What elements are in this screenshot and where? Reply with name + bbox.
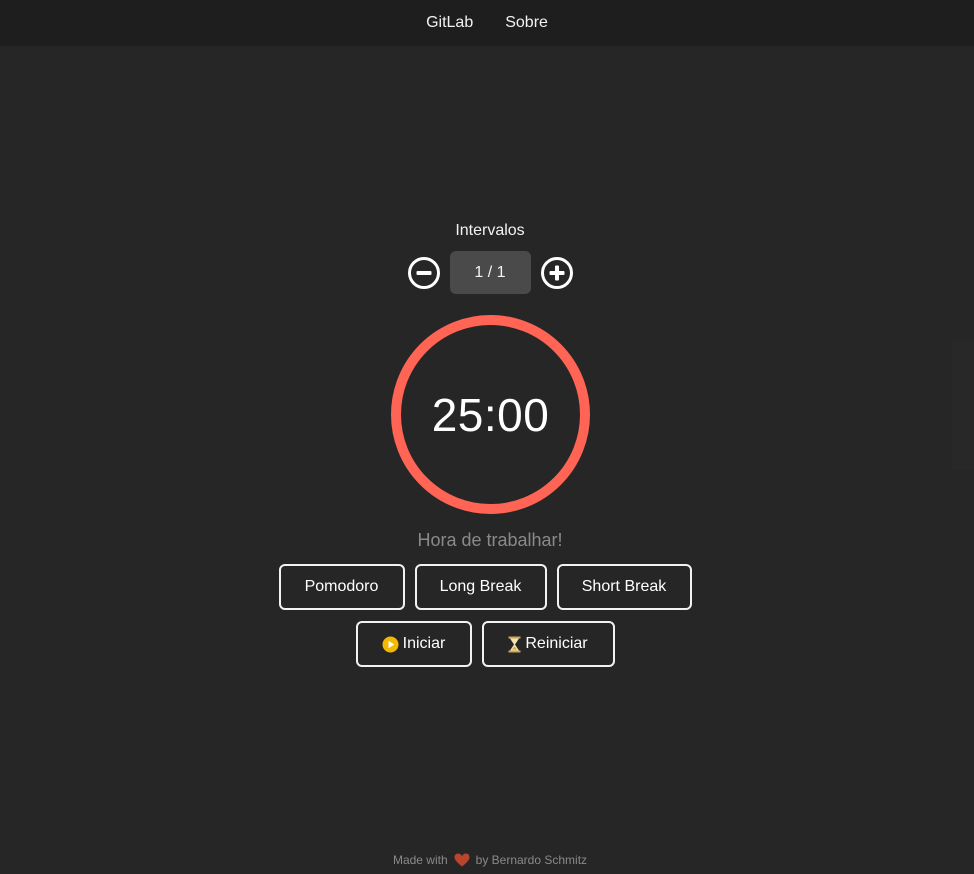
- nav-link-sobre[interactable]: Sobre: [505, 0, 548, 46]
- timer-display: 25:00: [431, 388, 550, 441]
- footer-author: by Bernardo Schmitz: [475, 853, 588, 867]
- start-button[interactable]: Iniciar: [355, 621, 472, 667]
- footer-prefix: Made with: [392, 853, 448, 867]
- short-break-button[interactable]: Short Break: [556, 564, 692, 610]
- timer: 25:00: [390, 314, 591, 515]
- start-label: Iniciar: [402, 635, 446, 652]
- pomodoro-button[interactable]: Pomodoro: [278, 564, 405, 610]
- intervals-control: 1 / 1: [0, 251, 974, 294]
- hourglass-icon: [508, 636, 521, 653]
- decrement-interval-button[interactable]: [407, 256, 440, 289]
- nav-link-gitlab[interactable]: GitLab: [426, 0, 473, 46]
- timer-controls: Iniciar Reiniciar: [0, 621, 970, 667]
- mode-selector: Pomodoro Long Break Short Break: [0, 564, 970, 610]
- intervals-label: Intervalos: [455, 222, 525, 239]
- minus-circle-icon: [407, 256, 440, 289]
- footer: Made with by Bernardo Schmitz: [0, 853, 974, 867]
- top-navigation: GitLab Sobre: [0, 0, 974, 46]
- interval-counter: 1 / 1: [449, 251, 531, 294]
- plus-circle-icon: [540, 256, 573, 289]
- status-message: Hora de trabalhar!: [417, 530, 563, 550]
- scrollbar-track[interactable]: [952, 340, 974, 470]
- heart-icon: [454, 853, 470, 867]
- reset-label: Reiniciar: [525, 635, 588, 652]
- long-break-button[interactable]: Long Break: [414, 564, 547, 610]
- play-icon: [382, 636, 399, 653]
- increment-interval-button[interactable]: [540, 256, 573, 289]
- reset-button[interactable]: Reiniciar: [481, 621, 615, 667]
